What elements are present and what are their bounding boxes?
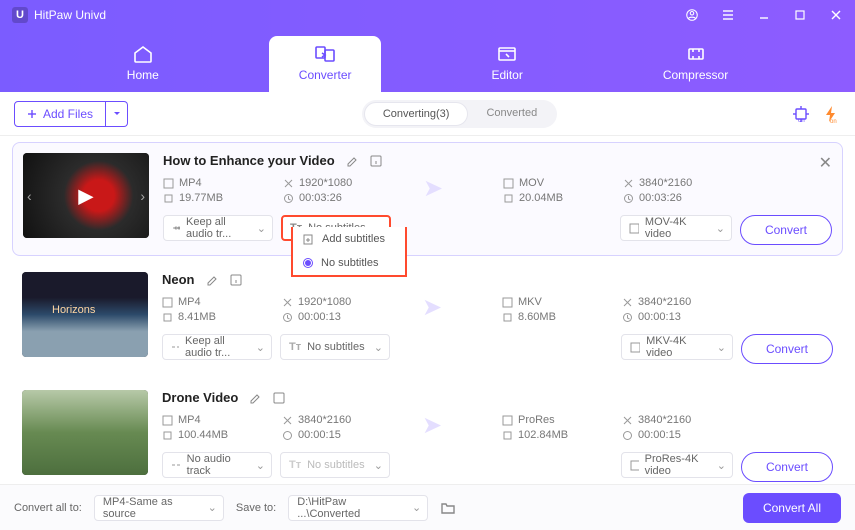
prev-frame-icon[interactable]: ‹ xyxy=(27,188,32,204)
audio-dropdown[interactable]: Keep all audio tr...⌄ xyxy=(163,215,273,241)
arrow-icon: ➤ xyxy=(422,293,442,322)
open-folder-icon[interactable] xyxy=(440,500,456,516)
play-icon[interactable]: ▶ xyxy=(78,183,93,208)
minimize-icon[interactable] xyxy=(757,8,771,22)
fast-mode-icon[interactable]: on xyxy=(821,104,841,124)
list-item[interactable]: Neon MP41920*1080 8.41MB00:00:13 ➤ MKV38… xyxy=(12,262,843,374)
list-item[interactable]: Drone Video MP43840*2160 100.44MB00:00:1… xyxy=(12,380,843,484)
convert-all-to-label: Convert all to: xyxy=(14,502,82,514)
subtitle-menu-add[interactable]: Add subtitles xyxy=(293,227,405,251)
audio-dropdown[interactable]: No audio track⌄ xyxy=(162,452,272,478)
edit-icon[interactable] xyxy=(205,273,219,287)
subtitle-menu: Add subtitles No subtitles xyxy=(291,227,407,277)
convert-button[interactable]: Convert xyxy=(741,334,833,364)
radio-icon xyxy=(303,258,313,268)
titlebar: U HitPaw Univd xyxy=(0,0,855,30)
app-logo: U HitPaw Univd xyxy=(12,7,106,23)
tab-converter-label: Converter xyxy=(299,68,352,82)
info-icon[interactable] xyxy=(229,273,243,287)
svg-text:on: on xyxy=(798,118,805,124)
tab-converter[interactable]: Converter xyxy=(269,36,382,92)
add-files-dropdown[interactable] xyxy=(106,101,128,127)
convert-all-button[interactable]: Convert All xyxy=(743,493,841,523)
preset-dropdown[interactable]: MOV-4K video⌄ xyxy=(620,215,732,241)
arrow-icon: ➤ xyxy=(423,174,443,203)
app-title: HitPaw Univd xyxy=(34,8,106,22)
toolbar-right: on on xyxy=(791,104,841,124)
thumbnail[interactable]: ‹ › ▶ xyxy=(23,153,149,238)
next-frame-icon[interactable]: › xyxy=(140,188,145,204)
save-to-label: Save to: xyxy=(236,502,276,514)
tab-home[interactable]: Home xyxy=(97,36,189,92)
item-title: How to Enhance your Video xyxy=(163,153,335,168)
edit-icon[interactable] xyxy=(248,391,262,405)
file-list: ‹ › ▶ How to Enhance your Video MP41920*… xyxy=(0,136,855,484)
tab-editor[interactable]: Editor xyxy=(461,36,552,92)
hardware-accel-icon[interactable]: on xyxy=(791,104,811,124)
tab-converted[interactable]: Converted xyxy=(468,102,555,126)
add-files-label: Add Files xyxy=(43,107,93,121)
item-title: Drone Video xyxy=(162,390,238,405)
window-controls xyxy=(685,8,843,22)
remove-item-icon[interactable]: ✕ xyxy=(819,153,832,173)
tab-home-label: Home xyxy=(127,68,159,82)
audio-dropdown[interactable]: Keep all audio tr...⌄ xyxy=(162,334,272,360)
toolbar: Add Files Converting(3) Converted on on xyxy=(0,92,855,136)
add-files-button[interactable]: Add Files xyxy=(14,101,106,127)
account-icon[interactable] xyxy=(685,8,699,22)
thumbnail[interactable] xyxy=(22,390,148,475)
subtitle-menu-none[interactable]: No subtitles xyxy=(293,251,405,275)
convert-button[interactable]: Convert xyxy=(741,452,833,482)
preset-dropdown[interactable]: MKV-4K video⌄ xyxy=(621,334,733,360)
preset-dropdown[interactable]: ProRes-4K video⌄ xyxy=(621,452,733,478)
main-header: Home Converter Editor Compressor xyxy=(0,30,855,92)
tab-editor-label: Editor xyxy=(491,68,522,82)
info-icon[interactable] xyxy=(272,391,286,405)
maximize-icon[interactable] xyxy=(793,8,807,22)
tab-converting[interactable]: Converting(3) xyxy=(364,102,469,126)
save-to-dropdown[interactable]: D:\HitPaw ...\Converted⌄ xyxy=(288,495,428,521)
tab-compressor[interactable]: Compressor xyxy=(633,36,758,92)
item-title: Neon xyxy=(162,272,195,287)
thumbnail[interactable] xyxy=(22,272,148,357)
footer: Convert all to: MP4-Same as source⌄ Save… xyxy=(0,484,855,530)
svg-text:on: on xyxy=(830,119,837,124)
subtitle-dropdown[interactable]: TтNo subtitles⌄ xyxy=(280,334,390,360)
info-icon[interactable] xyxy=(369,154,383,168)
queue-tabs: Converting(3) Converted xyxy=(362,100,557,128)
add-files-group: Add Files xyxy=(14,101,128,127)
close-icon[interactable] xyxy=(829,8,843,22)
arrow-icon: ➤ xyxy=(422,411,442,440)
tab-compressor-label: Compressor xyxy=(663,68,728,82)
menu-icon[interactable] xyxy=(721,8,735,22)
logo-icon: U xyxy=(12,7,28,23)
list-item[interactable]: ‹ › ▶ How to Enhance your Video MP41920*… xyxy=(12,142,843,256)
convert-button[interactable]: Convert xyxy=(740,215,832,245)
convert-all-format-dropdown[interactable]: MP4-Same as source⌄ xyxy=(94,495,224,521)
subtitle-dropdown[interactable]: TтNo subtitles⌄ xyxy=(280,452,390,478)
edit-icon[interactable] xyxy=(345,154,359,168)
